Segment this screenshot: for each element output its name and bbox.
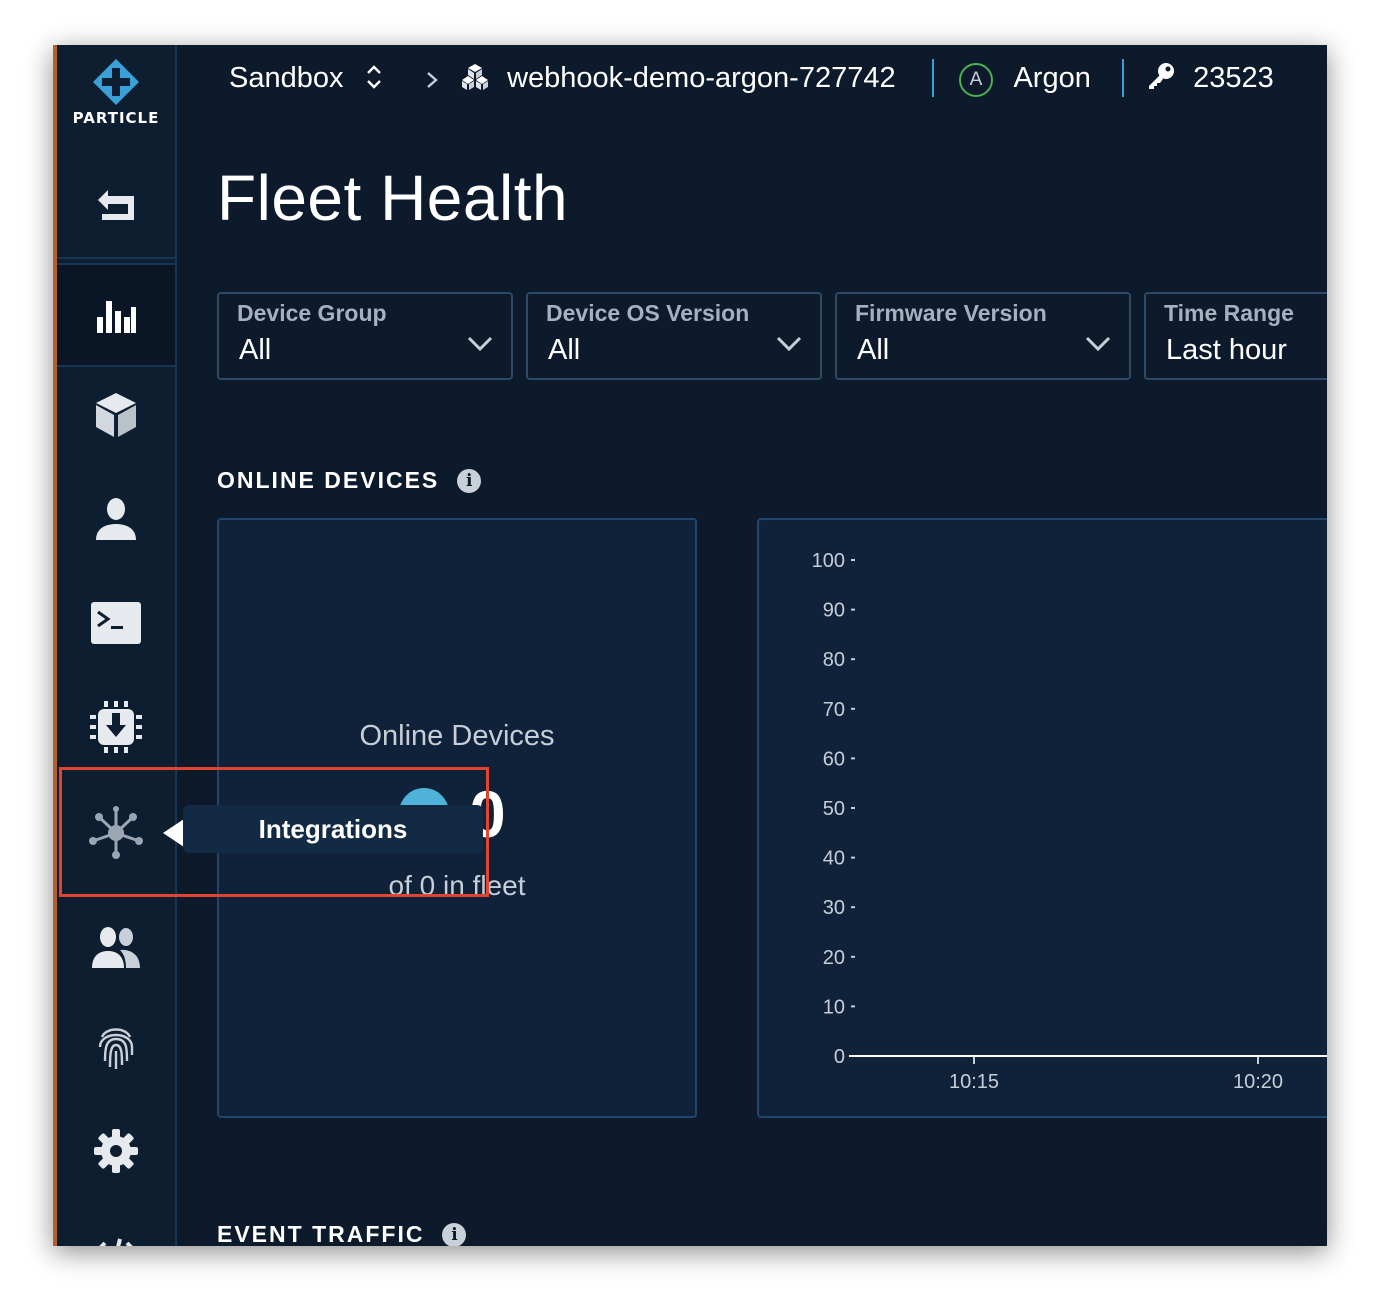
info-icon[interactable]: i xyxy=(442,1222,467,1246)
section-title: ONLINE DEVICES xyxy=(217,467,440,493)
firmware-chip-icon xyxy=(90,701,142,753)
org-name: Sandbox xyxy=(229,62,344,94)
filter-value: All xyxy=(857,334,890,366)
particle-logo-icon xyxy=(93,59,139,105)
y-tick-label: 70 xyxy=(823,699,845,721)
terminal-icon xyxy=(91,602,141,644)
filter-label: Device Group xyxy=(237,300,387,326)
product-crumb[interactable]: webhook-demo-argon-727742 xyxy=(461,59,896,97)
chevron-down-icon xyxy=(1085,336,1111,352)
y-tick-label: 50 xyxy=(823,798,845,820)
y-tick-label: 90 xyxy=(823,600,845,622)
online-devices-label: Online Devices xyxy=(359,720,555,752)
sidebar-item-customers[interactable] xyxy=(57,469,175,569)
filter-label: Firmware Version xyxy=(855,300,1047,326)
updown-chevron-icon xyxy=(366,65,381,89)
y-tick-label: 0 xyxy=(834,1046,845,1068)
device-type-badge-icon: A xyxy=(959,63,993,97)
filter-label: Device OS Version xyxy=(546,300,750,326)
product-id-value: 23523 xyxy=(1193,62,1274,94)
chevron-down-icon xyxy=(776,336,802,352)
team-icon xyxy=(92,927,140,968)
logo-text: PARTICLE xyxy=(72,109,160,127)
online-devices-chart: 0 10 20 30 40 50 60 70 80 90 100 10:15 10:20 xyxy=(812,550,1327,1093)
filter-value: All xyxy=(548,334,581,366)
chevron-right-icon xyxy=(427,72,438,88)
header-divider xyxy=(1122,59,1124,97)
time-range-select[interactable]: Time Range Last hour xyxy=(1144,292,1327,380)
user-icon xyxy=(96,498,136,540)
y-tick-label: 30 xyxy=(823,897,845,919)
product-name: webhook-demo-argon-727742 xyxy=(507,62,896,94)
filter-value: Last hour xyxy=(1166,334,1287,366)
firmware-version-select[interactable]: Firmware Version All xyxy=(835,292,1131,380)
fingerprint-icon xyxy=(98,1028,134,1069)
y-tick-label: 80 xyxy=(823,649,845,671)
info-icon[interactable]: i xyxy=(457,468,482,493)
particle-logo[interactable]: PARTICLE xyxy=(57,45,175,145)
org-switcher[interactable]: Sandbox xyxy=(229,59,382,97)
bar-chart-icon xyxy=(97,301,136,333)
sidebar-item-console[interactable] xyxy=(57,573,175,673)
y-tick-label: 100 xyxy=(812,550,845,572)
x-tick-label: 10:15 xyxy=(949,1071,999,1093)
y-tick-label: 60 xyxy=(823,748,845,770)
key-icon xyxy=(1149,63,1174,89)
sidebar-item-fleet-health[interactable] xyxy=(57,263,175,367)
breadcrumb: Sandbox webhook-demo-argon-727742 A Argo… xyxy=(229,45,1327,117)
filter-value: All xyxy=(239,334,272,366)
device-type-name: Argon xyxy=(1013,62,1091,94)
sidebar-item-authentication[interactable] xyxy=(57,997,175,1097)
sidebar-item-firmware[interactable] xyxy=(57,677,175,777)
sidebar-item-devices[interactable] xyxy=(57,365,175,465)
sidebar: PARTICLE xyxy=(57,45,177,1246)
y-tick-label: 40 xyxy=(823,848,845,870)
online-devices-heading: ONLINE DEVICES i xyxy=(217,467,482,494)
device-group-select[interactable]: Device Group All xyxy=(217,292,513,380)
chevron-down-icon xyxy=(467,336,493,352)
filter-label: Time Range xyxy=(1164,300,1294,326)
sidebar-item-developer[interactable] xyxy=(57,1205,175,1246)
page-title: Fleet Health xyxy=(217,162,569,234)
device-os-version-select[interactable]: Device OS Version All xyxy=(526,292,822,380)
event-traffic-heading: EVENT TRAFFIC i xyxy=(217,1221,467,1246)
gear-icon xyxy=(94,1129,138,1173)
section-title: EVENT TRAFFIC xyxy=(217,1221,425,1246)
y-tick-label: 20 xyxy=(823,947,845,969)
sidebar-item-back[interactable] xyxy=(57,157,175,259)
app-window: PARTICLE Sandbox webhook-demo-argon-7277… xyxy=(53,45,1327,1246)
sidebar-item-team[interactable] xyxy=(57,897,175,997)
code-icon xyxy=(99,1238,133,1246)
sidebar-item-settings[interactable] xyxy=(57,1101,175,1201)
back-arrow-icon xyxy=(98,190,134,220)
header-divider xyxy=(932,59,934,97)
product-cubes-icon xyxy=(462,64,488,90)
product-id[interactable]: 23523 xyxy=(1147,59,1274,97)
online-devices-chart-card: 0 10 20 30 40 50 60 70 80 90 100 10:15 10:20 xyxy=(757,518,1327,1118)
cube-icon xyxy=(96,393,136,437)
y-tick-label: 10 xyxy=(823,996,845,1018)
device-type: A Argon xyxy=(959,59,1091,97)
x-tick-label: 10:20 xyxy=(1233,1071,1283,1093)
highlight-box xyxy=(59,767,489,897)
